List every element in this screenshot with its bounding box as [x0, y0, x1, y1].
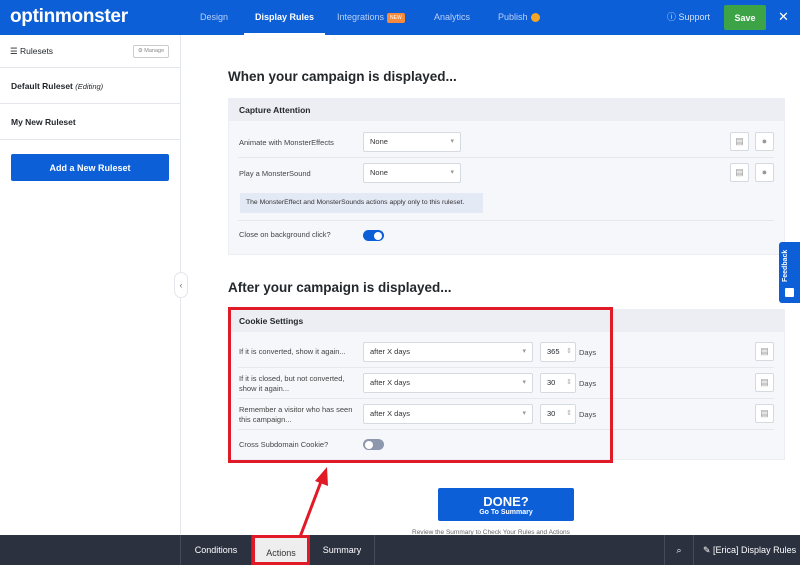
divider: [238, 220, 774, 221]
divider: [238, 157, 774, 158]
support-link[interactable]: ⓘ Support: [667, 0, 710, 35]
done-title: DONE?: [483, 493, 529, 509]
logo[interactable]: optinmonster: [10, 6, 128, 28]
doc-icon[interactable]: ▤: [730, 163, 749, 182]
preview-icon[interactable]: ●: [755, 132, 774, 151]
campaign-title: [Erica] Display Rules: [713, 545, 797, 555]
add-ruleset-button[interactable]: Add a New Ruleset: [11, 154, 169, 181]
collapse-sidebar-button[interactable]: ‹: [174, 272, 188, 298]
ruleset-my-new[interactable]: My New Ruleset: [11, 117, 76, 127]
done-go-to-summary-button[interactable]: DONE? Go To Summary: [438, 488, 574, 521]
doc-icon[interactable]: ▤: [730, 132, 749, 151]
divider: [0, 103, 180, 104]
tab-label: Integrations: [337, 12, 385, 22]
pencil-icon: ✎: [703, 545, 714, 555]
feedback-icon: [785, 288, 794, 297]
monstereffects-select[interactable]: None: [363, 132, 461, 152]
support-label: Support: [678, 12, 711, 22]
panel-title: Capture Attention: [229, 99, 784, 121]
close-icon[interactable]: ✕: [778, 9, 789, 25]
rulesets-heading: ☰ Rulesets: [10, 46, 53, 57]
info-note: The MonsterEffect and MonsterSounds acti…: [240, 193, 483, 213]
tab-integrations[interactable]: Integrations NEW: [337, 0, 405, 35]
list-icon: ☰: [10, 46, 20, 56]
red-arrow: [298, 467, 328, 538]
divider: [0, 67, 180, 68]
help-icon: ⓘ: [667, 12, 679, 22]
tab-display-rules[interactable]: Display Rules: [244, 0, 326, 35]
field-label: Animate with MonsterEffects: [239, 138, 334, 147]
doc-icon[interactable]: ▤: [755, 373, 774, 392]
rulesets-title: Rulesets: [19, 46, 54, 56]
tab-conditions[interactable]: Conditions: [180, 535, 252, 565]
campaign-name[interactable]: ✎ [Erica] Display Rules: [703, 535, 800, 565]
highlight-box: [228, 307, 613, 463]
feedback-label: Feedback: [782, 249, 789, 282]
field-label: Play a MonsterSound: [239, 169, 311, 178]
sidebar: [0, 35, 181, 535]
tab-design[interactable]: Design: [200, 0, 228, 35]
editing-note: (Editing): [75, 82, 104, 91]
feedback-tab[interactable]: Feedback: [779, 242, 800, 303]
manage-label: Manage: [144, 48, 165, 54]
tab-label: Publish: [498, 12, 528, 22]
save-button[interactable]: Save: [724, 5, 766, 30]
monstersound-select[interactable]: None: [363, 163, 461, 183]
toggle-label: Close on background click?: [239, 230, 331, 239]
doc-icon[interactable]: ▤: [755, 342, 774, 361]
search-icon[interactable]: ⌕: [664, 535, 694, 565]
play-icon[interactable]: ●: [755, 163, 774, 182]
ruleset-name: Default Ruleset: [11, 81, 73, 91]
manage-button[interactable]: ⚙ Manage: [133, 45, 169, 58]
section-title-displayed: When your campaign is displayed...: [228, 69, 457, 84]
divider: [0, 139, 180, 140]
warning-dot-icon: [530, 13, 540, 23]
tab-analytics[interactable]: Analytics: [434, 0, 470, 35]
ruleset-default[interactable]: Default Ruleset (Editing): [11, 81, 103, 91]
tab-publish[interactable]: Publish: [498, 0, 540, 35]
done-subtitle: Go To Summary: [479, 508, 533, 516]
new-badge: NEW: [387, 12, 405, 23]
close-on-bg-toggle[interactable]: [363, 230, 384, 241]
doc-icon[interactable]: ▤: [755, 404, 774, 423]
section-title-after: After your campaign is displayed...: [228, 280, 452, 295]
